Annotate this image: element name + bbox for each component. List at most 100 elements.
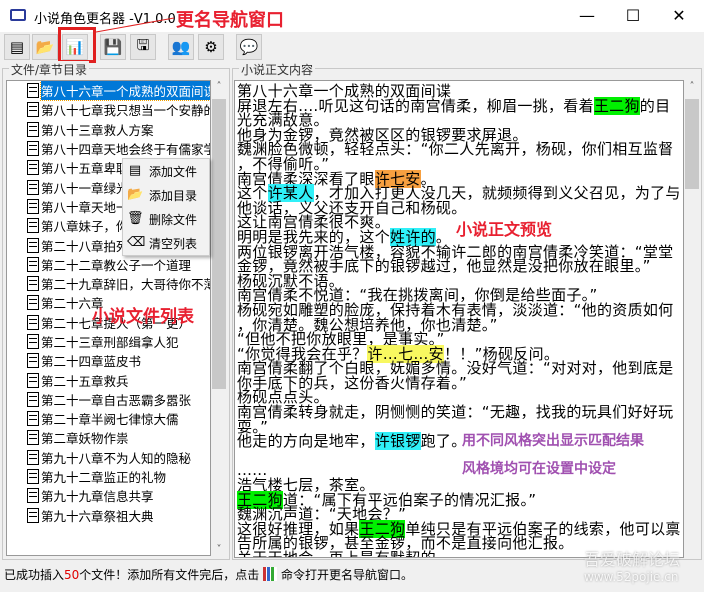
chapter-title: 第八十章天地一 <box>41 199 129 215</box>
document-icon <box>27 218 39 234</box>
menu-item-1[interactable]: 📂 添加目录 <box>123 183 209 207</box>
text-line <box>237 449 683 464</box>
roles-icon: 👥 <box>171 38 191 56</box>
document-icon <box>27 102 39 118</box>
text-segment: 关于天地会，再上是有默契的 <box>237 549 436 558</box>
list-scroll-thumb[interactable] <box>212 99 226 389</box>
chapter-title: 第八十五章卑职 <box>41 161 129 177</box>
document-icon <box>27 314 39 330</box>
document-icon <box>27 391 39 407</box>
list-scrollbar[interactable]: ˄ ˅ <box>211 81 227 555</box>
chapter-title: 第九十六章祭祖大典 <box>41 508 154 524</box>
list-item[interactable]: 第二章妖物作祟 <box>7 428 210 447</box>
menu-icon: ⌫ <box>127 235 146 250</box>
list-item[interactable]: 第八十六章一个成熟的双面间谍 <box>7 81 210 102</box>
chapter-title: 第八十七章我只想当一个安静的 <box>41 103 211 119</box>
maximize-button[interactable]: ☐ <box>610 4 656 28</box>
status-text: 命令打开更名导航窗口。 <box>280 568 413 582</box>
list-item[interactable]: 第九十九章信息共享 <box>7 486 210 505</box>
annotation-nav: 更名导航窗口 <box>176 10 284 31</box>
scroll-up-icon[interactable]: ˄ <box>211 81 227 92</box>
chapter-title: 第二十二章教公子一个道理 <box>41 257 192 273</box>
chapter-title: 第二十四章蓝皮书 <box>41 354 142 370</box>
list-item[interactable]: 第九十八章不为人知的隐秘 <box>7 448 210 467</box>
chapter-title: 第九十八章不为人知的隐秘 <box>41 450 192 466</box>
chapter-title: 第二十八章拍死 <box>41 238 129 254</box>
document-icon <box>27 295 39 311</box>
text-scrollbar[interactable]: ˄ <box>684 81 700 557</box>
toolbar-settings-button[interactable]: ⚙ <box>198 34 224 60</box>
menu-item-2[interactable]: 🗑 删除文件 <box>123 207 209 231</box>
document-icon <box>27 411 39 427</box>
list-item[interactable]: 第二十一章自古恶霸多嚣张 <box>7 390 210 409</box>
scroll-up-icon[interactable]: ˄ <box>684 81 700 92</box>
chapter-title: 第二十一章自古恶霸多嚣张 <box>41 392 192 408</box>
menu-label: 清空列表 <box>149 236 198 251</box>
status-text: 个文件！添加所有文件完后，点击 <box>79 568 260 582</box>
menu-icon: ▤ <box>128 163 142 178</box>
list-item[interactable]: 第二十四章蓝皮书 <box>7 351 210 370</box>
document-icon <box>27 507 39 523</box>
text-line: 南宫倩柔转身就走，阴恻恻的笑道：“无趣，找我的玩具们好好玩 <box>237 405 683 420</box>
novel-text-area[interactable]: 第八十六章一个成熟的双面间谍 屏退左右....听见这句话的南宫倩柔，柳眉一挑，看着… <box>234 80 684 558</box>
toolbar-save-as-button[interactable]: 🖫 <box>130 34 156 60</box>
list-item[interactable]: 第二十三章刑部缉拿人犯 <box>7 332 210 351</box>
toolbar-roles-button[interactable]: 👥 <box>168 34 194 60</box>
text-segment: 南宫倩柔转身就走，阴恻恻的笑道：“无趣，找我的玩具们好好玩 <box>237 403 674 422</box>
list-item[interactable]: 第二十二章教公子一个道理 <box>7 255 210 274</box>
close-button[interactable]: ✕ <box>656 4 702 28</box>
save-as-icon: 🖫 <box>136 35 150 54</box>
menu-item-0[interactable]: ▤ 添加文件 <box>123 159 209 183</box>
toolbar-about-button[interactable]: 💬 <box>236 34 262 60</box>
toolbar-add-files-button[interactable]: ▤ <box>4 34 30 60</box>
toolbar: ▤ 📂 📊 💾 🖫 👥 ⚙ 💬 <box>0 32 704 60</box>
save-icon: 💾 <box>103 38 123 56</box>
open-folder-icon: 📂 <box>35 38 55 56</box>
chapter-title: 第八十三章救人方案 <box>41 122 154 138</box>
annotation-preview: 小说正文预览 <box>456 220 553 239</box>
menu-label: 删除文件 <box>149 212 198 227</box>
watermark-url: www.52pojie.cn <box>584 570 679 584</box>
chart-icon <box>263 567 278 581</box>
settings-icon: ⚙ <box>204 38 218 56</box>
toolbar-open-folder-button[interactable]: 📂 <box>32 34 58 60</box>
document-icon <box>27 469 39 485</box>
document-icon <box>27 430 39 446</box>
document-icon <box>27 334 39 349</box>
annotation-arrow <box>96 17 175 33</box>
list-item[interactable]: 第二十章半阙七律惊大儒 <box>7 409 210 428</box>
highlighted-match: 王二狗 <box>593 96 640 115</box>
document-icon <box>27 276 39 292</box>
watermark-title: 吾爱破解论坛 <box>584 550 681 569</box>
menu-icon: 📂 <box>127 187 144 202</box>
minimize-button[interactable]: — <box>564 4 610 28</box>
list-item[interactable]: 第九十六章祭祖大典 <box>7 506 210 525</box>
list-item[interactable]: 第二十九章辞旧，大哥待你不薄 <box>7 274 210 293</box>
list-item[interactable]: 第二十五章救兵 <box>7 370 210 389</box>
menu-item-3[interactable]: ⌫ 清空列表 <box>123 231 209 255</box>
add-files-icon: ▤ <box>9 38 25 56</box>
list-item[interactable]: 第八十三章救人方案 <box>7 120 210 139</box>
status-bar: 已成功插入50个文件！添加所有文件完后，点击 命令打开更名导航窗口。 <box>4 566 413 583</box>
text-scroll-thumb[interactable] <box>685 99 699 189</box>
text-segment: 他走的方向是地牢， <box>237 432 375 451</box>
list-item[interactable]: 第八十七章我只想当一个安静的 <box>7 100 210 119</box>
chapter-title: 第八十一章绿光 <box>41 180 129 196</box>
chapter-title: 第八十四章天地会终于有儒家学 <box>41 142 211 158</box>
document-icon <box>27 160 39 176</box>
chapter-title: 第二十五章救兵 <box>41 373 129 389</box>
chapter-title: 第九十九章信息共享 <box>41 489 154 505</box>
about-icon: 💬 <box>239 38 259 56</box>
document-icon <box>27 141 39 157</box>
text-segment: 的目 <box>639 96 671 115</box>
document-icon <box>27 121 39 137</box>
list-item[interactable]: 第八十四章天地会终于有儒家学 <box>7 139 210 158</box>
toolbar-save-button[interactable]: 💾 <box>100 34 126 60</box>
document-icon <box>27 198 39 214</box>
chapter-title: 第九十二章监正的礼物 <box>41 470 167 486</box>
status-text: 已成功插入 <box>4 568 65 582</box>
scroll-down-icon[interactable]: ˅ <box>211 544 227 555</box>
chapter-title: 第二章妖物作祟 <box>41 431 129 447</box>
chapter-title: 第八十六章一个成熟的双面间谍 <box>39 81 210 102</box>
list-item[interactable]: 第九十二章监正的礼物 <box>7 467 210 486</box>
